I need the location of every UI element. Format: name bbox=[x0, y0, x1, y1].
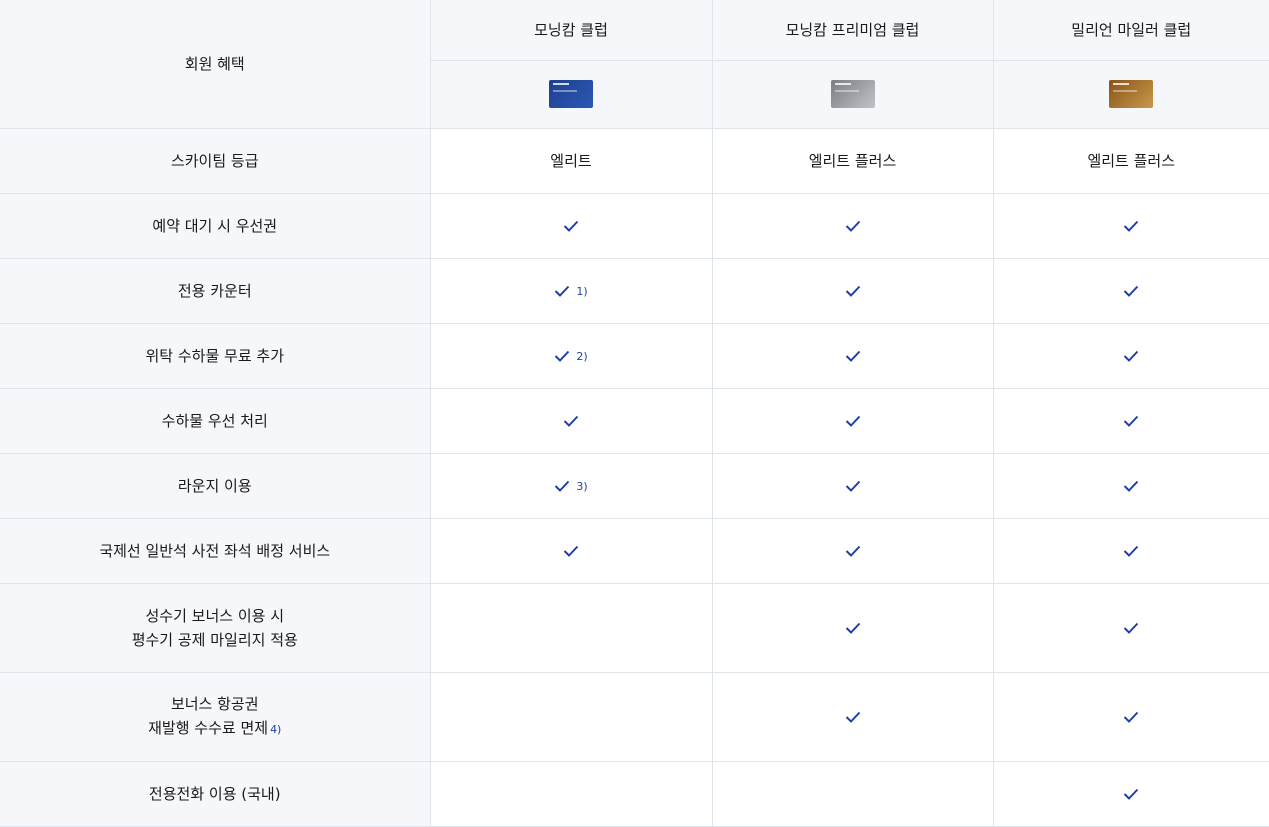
row-label-line: 평수기 공제 마일리지 적용 bbox=[131, 630, 298, 649]
check-icon bbox=[845, 350, 861, 362]
table-row: 성수기 보너스 이용 시 평수기 공제 마일리지 적용 bbox=[0, 582, 1269, 673]
cell-check bbox=[992, 517, 1269, 584]
cell-empty bbox=[429, 760, 713, 827]
cell-check bbox=[992, 452, 1269, 519]
table-row: 예약 대기 시 우선권 bbox=[0, 192, 1269, 259]
row-label: 전용 카운터 bbox=[0, 257, 431, 324]
check-icon bbox=[1123, 285, 1139, 297]
check-icon bbox=[845, 415, 861, 427]
cell-check bbox=[992, 760, 1269, 827]
check-icon bbox=[1123, 480, 1139, 492]
footnote-link[interactable]: 4) bbox=[270, 723, 281, 736]
cell-check bbox=[992, 257, 1269, 324]
check-icon bbox=[554, 285, 570, 297]
table-row: 전용 카운터 1) bbox=[0, 257, 1269, 324]
row-label-line: 보너스 항공권 bbox=[170, 694, 259, 713]
cell-check bbox=[429, 192, 713, 259]
row-label-line: 재발행 수수료 면제 bbox=[148, 718, 269, 737]
cell-check bbox=[429, 387, 713, 454]
check-icon bbox=[563, 415, 579, 427]
check-icon bbox=[1123, 788, 1139, 800]
column-million-miler: 밀리언 마일러 클럽 bbox=[992, 0, 1269, 61]
cell-check bbox=[992, 671, 1269, 762]
check-icon bbox=[1123, 415, 1139, 427]
card-cell-morning-calm-premium bbox=[711, 59, 994, 129]
check-icon bbox=[845, 545, 861, 557]
cell-empty bbox=[711, 760, 994, 827]
cell-check bbox=[711, 452, 994, 519]
row-label-line: 성수기 보너스 이용 시 bbox=[145, 606, 284, 625]
table-row: 수하물 우선 처리 bbox=[0, 387, 1269, 454]
cell-value: 엘리트 플러스 bbox=[992, 127, 1269, 194]
cell-check bbox=[711, 671, 994, 762]
cell-check bbox=[711, 582, 994, 673]
table-row: 보너스 항공권 재발행 수수료 면제 4) bbox=[0, 671, 1269, 762]
row-label: 수하물 우선 처리 bbox=[0, 387, 431, 454]
footnote-link[interactable]: 2) bbox=[576, 350, 587, 363]
card-cell-morning-calm bbox=[430, 59, 713, 129]
cell-check bbox=[711, 257, 994, 324]
cell-check bbox=[992, 192, 1269, 259]
row-label: 스카이팀 등급 bbox=[0, 127, 431, 194]
cell-value: 엘리트 플러스 bbox=[711, 127, 994, 194]
check-icon bbox=[1123, 220, 1139, 232]
row-label: 국제선 일반석 사전 좌석 배정 서비스 bbox=[0, 517, 431, 584]
column-morning-calm-premium: 모닝캄 프리미엄 클럽 bbox=[711, 0, 994, 61]
million-miler-card-image bbox=[1109, 80, 1154, 108]
morning-calm-card-image bbox=[549, 80, 593, 108]
check-icon bbox=[845, 480, 861, 492]
check-icon bbox=[554, 480, 570, 492]
row-label: 라운지 이용 bbox=[0, 452, 431, 519]
table-row: 라운지 이용 3) bbox=[0, 452, 1269, 519]
footnote-link[interactable]: 3) bbox=[576, 480, 587, 493]
check-icon bbox=[1123, 622, 1139, 634]
check-icon bbox=[845, 711, 861, 723]
cell-check bbox=[711, 322, 994, 389]
cell-check bbox=[429, 517, 713, 584]
row-label: 전용전화 이용 (국내) bbox=[0, 760, 431, 827]
benefits-table: 회원 혜택 모닝캄 클럽 모닝캄 프리미엄 클럽 밀리언 마일러 클럽 스카이팀… bbox=[0, 0, 1269, 827]
check-icon bbox=[563, 545, 579, 557]
cell-check bbox=[992, 322, 1269, 389]
table-row: 전용전화 이용 (국내) bbox=[0, 760, 1269, 827]
check-icon bbox=[845, 220, 861, 232]
row-label: 성수기 보너스 이용 시 평수기 공제 마일리지 적용 bbox=[0, 582, 431, 673]
check-icon bbox=[845, 622, 861, 634]
check-icon bbox=[563, 220, 579, 232]
cell-check: 3) bbox=[429, 452, 713, 519]
cell-check bbox=[992, 387, 1269, 454]
check-icon bbox=[1123, 545, 1139, 557]
column-morning-calm: 모닝캄 클럽 bbox=[429, 0, 713, 61]
card-cell-million-miler bbox=[992, 59, 1269, 129]
morning-calm-premium-card-image bbox=[830, 80, 875, 108]
cell-check: 2) bbox=[429, 322, 713, 389]
cell-value: 엘리트 bbox=[429, 127, 713, 194]
cell-check bbox=[711, 192, 994, 259]
cell-check bbox=[711, 517, 994, 584]
check-icon bbox=[554, 350, 570, 362]
cell-check bbox=[992, 582, 1269, 673]
row-label: 예약 대기 시 우선권 bbox=[0, 192, 431, 259]
cell-empty bbox=[429, 671, 713, 762]
cell-empty bbox=[429, 582, 713, 673]
check-icon bbox=[845, 285, 861, 297]
footnote-link[interactable]: 1) bbox=[576, 285, 587, 298]
cell-check: 1) bbox=[429, 257, 713, 324]
row-label: 위탁 수하물 무료 추가 bbox=[0, 322, 431, 389]
check-icon bbox=[1123, 350, 1139, 362]
table-row: 스카이팀 등급 엘리트 엘리트 플러스 엘리트 플러스 bbox=[0, 127, 1269, 194]
benefit-header: 회원 혜택 bbox=[0, 0, 431, 129]
table-row: 국제선 일반석 사전 좌석 배정 서비스 bbox=[0, 517, 1269, 584]
check-icon bbox=[1123, 711, 1139, 723]
cell-check bbox=[711, 387, 994, 454]
row-label: 보너스 항공권 재발행 수수료 면제 4) bbox=[0, 671, 431, 762]
table-row: 위탁 수하물 무료 추가 2) bbox=[0, 322, 1269, 389]
